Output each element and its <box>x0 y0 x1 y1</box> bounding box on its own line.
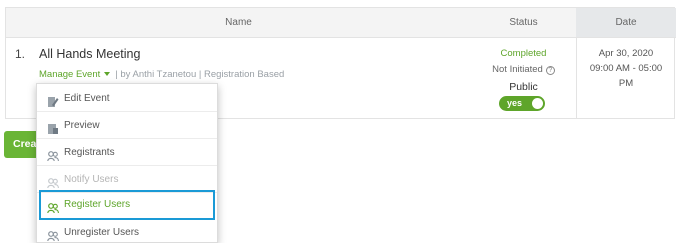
menu-item-register-users[interactable]: Register Users <box>39 190 215 220</box>
users-icon <box>47 147 59 162</box>
event-meta: Manage Event | by Anthi Tzanetou | Regist… <box>39 69 284 80</box>
menu-item-edit-event[interactable]: Edit Event <box>37 86 217 112</box>
preview-icon <box>47 120 59 134</box>
row-index: 1. <box>15 47 26 61</box>
manage-event-dropdown[interactable]: Manage Event <box>39 69 100 80</box>
menu-item-label: Registrants <box>64 147 115 158</box>
manage-event-menu: Edit Event Preview Registrants Notify Us… <box>36 83 218 243</box>
status-completed: Completed <box>500 48 547 59</box>
column-header-name[interactable]: Name <box>6 8 471 37</box>
pencil-icon <box>47 93 59 107</box>
column-header-date[interactable]: Date <box>576 8 676 37</box>
visibility-label: Public <box>509 81 538 93</box>
users-icon <box>47 199 59 214</box>
date-line-2: 09:00 AM - 05:00 <box>589 63 663 74</box>
status-not-initiated: Not Initiated? <box>471 64 576 75</box>
date-cell: Apr 30, 2020 09:00 AM - 05:00 PM <box>576 38 675 119</box>
menu-item-label: Register Users <box>64 199 131 210</box>
users-icon <box>47 227 59 242</box>
date-line-1: Apr 30, 2020 <box>598 48 654 59</box>
menu-item-label: Unregister Users <box>64 227 140 238</box>
menu-item-label: Preview <box>64 120 100 131</box>
menu-item-label: Notify Users <box>64 174 119 185</box>
status-not-initiated-label: Not Initiated <box>492 64 543 75</box>
date-line-3: PM <box>618 78 634 89</box>
menu-item-preview[interactable]: Preview <box>37 113 217 139</box>
event-owner-and-type: | by Anthi Tzanetou | Registration Based <box>115 69 285 80</box>
chevron-down-icon[interactable] <box>104 71 111 76</box>
column-header-status[interactable]: Status <box>471 8 576 37</box>
public-toggle[interactable]: yes <box>499 96 545 111</box>
menu-item-label: Edit Event <box>64 93 110 104</box>
help-icon[interactable]: ? <box>545 66 555 75</box>
event-title[interactable]: All Hands Meeting <box>39 47 140 61</box>
toggle-knob <box>532 98 543 109</box>
toggle-label: yes <box>507 98 523 108</box>
menu-item-registrants[interactable]: Registrants <box>37 140 217 166</box>
menu-item-unregister-users[interactable]: Unregister Users <box>37 220 217 242</box>
users-icon <box>47 174 59 189</box>
table-header: Name Status Date <box>6 8 676 38</box>
